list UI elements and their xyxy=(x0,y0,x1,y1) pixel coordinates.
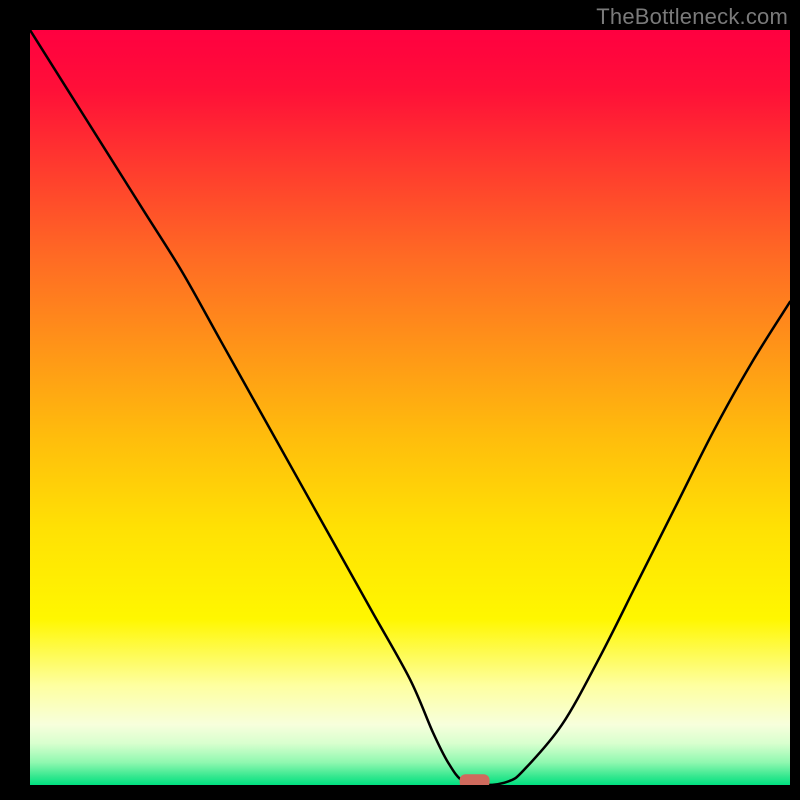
gradient-background xyxy=(30,30,790,785)
bottleneck-chart xyxy=(30,30,790,785)
optimal-marker xyxy=(460,774,490,785)
chart-container: TheBottleneck.com xyxy=(0,0,800,800)
watermark-text: TheBottleneck.com xyxy=(596,4,788,30)
chart-plot-area xyxy=(30,30,790,785)
